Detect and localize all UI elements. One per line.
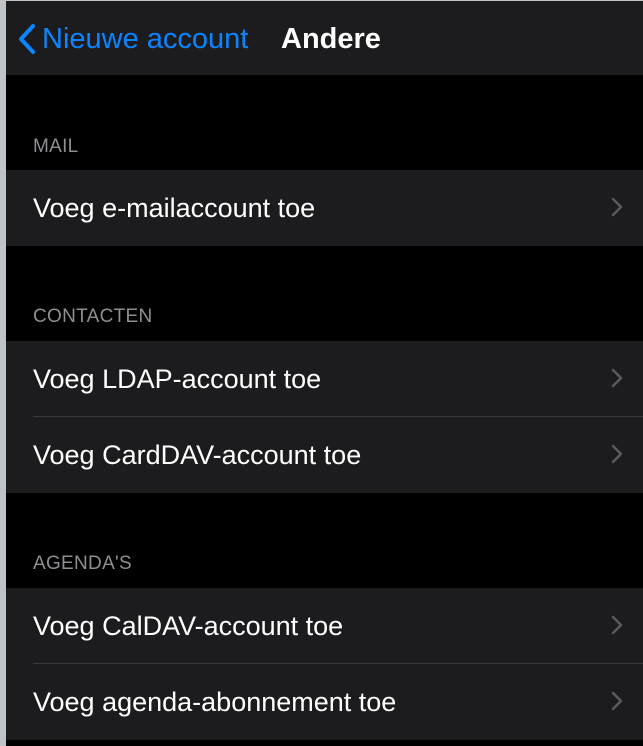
chevron-right-icon bbox=[611, 691, 623, 716]
list-item-add-carddav-account[interactable]: Voeg CardDAV-account toe bbox=[6, 417, 643, 493]
section-header-agendas: AGENDA'S bbox=[33, 553, 132, 574]
list-item-add-ldap-account[interactable]: Voeg LDAP-account toe bbox=[6, 341, 643, 417]
page-title: Andere bbox=[281, 23, 381, 55]
back-button[interactable]: Nieuwe account bbox=[18, 21, 248, 57]
group-contacten: Voeg LDAP-account toe Voeg CardDAV-accou… bbox=[6, 341, 643, 493]
list-item-add-calendar-subscription[interactable]: Voeg agenda-abonnement toe bbox=[6, 664, 643, 740]
chevron-right-icon bbox=[611, 444, 623, 469]
chevron-right-icon bbox=[611, 197, 623, 222]
chevron-right-icon bbox=[611, 615, 623, 640]
settings-screen: Nieuwe account Andere MAIL Voeg e-mailac… bbox=[0, 0, 643, 746]
list-item-label: Voeg CalDAV-account toe bbox=[33, 611, 344, 641]
section-header-mail: MAIL bbox=[33, 136, 79, 157]
group-mail: Voeg e-mailaccount toe bbox=[6, 170, 643, 246]
chevron-left-icon bbox=[18, 23, 36, 55]
list-item-add-caldav-account[interactable]: Voeg CalDAV-account toe bbox=[6, 588, 643, 664]
navigation-bar: Nieuwe account Andere bbox=[6, 1, 643, 75]
chevron-right-icon bbox=[611, 368, 623, 393]
list-item-label: Voeg agenda-abonnement toe bbox=[33, 687, 397, 717]
back-button-label: Nieuwe account bbox=[42, 23, 249, 55]
list-item-label: Voeg LDAP-account toe bbox=[33, 364, 322, 394]
section-header-contacten: CONTACTEN bbox=[33, 306, 153, 327]
list-item-label: Voeg e-mailaccount toe bbox=[33, 193, 316, 223]
list-item-label: Voeg CardDAV-account toe bbox=[33, 440, 362, 470]
group-agendas: Voeg CalDAV-account toe Voeg agenda-abon… bbox=[6, 588, 643, 740]
list-item-add-email-account[interactable]: Voeg e-mailaccount toe bbox=[6, 170, 643, 246]
